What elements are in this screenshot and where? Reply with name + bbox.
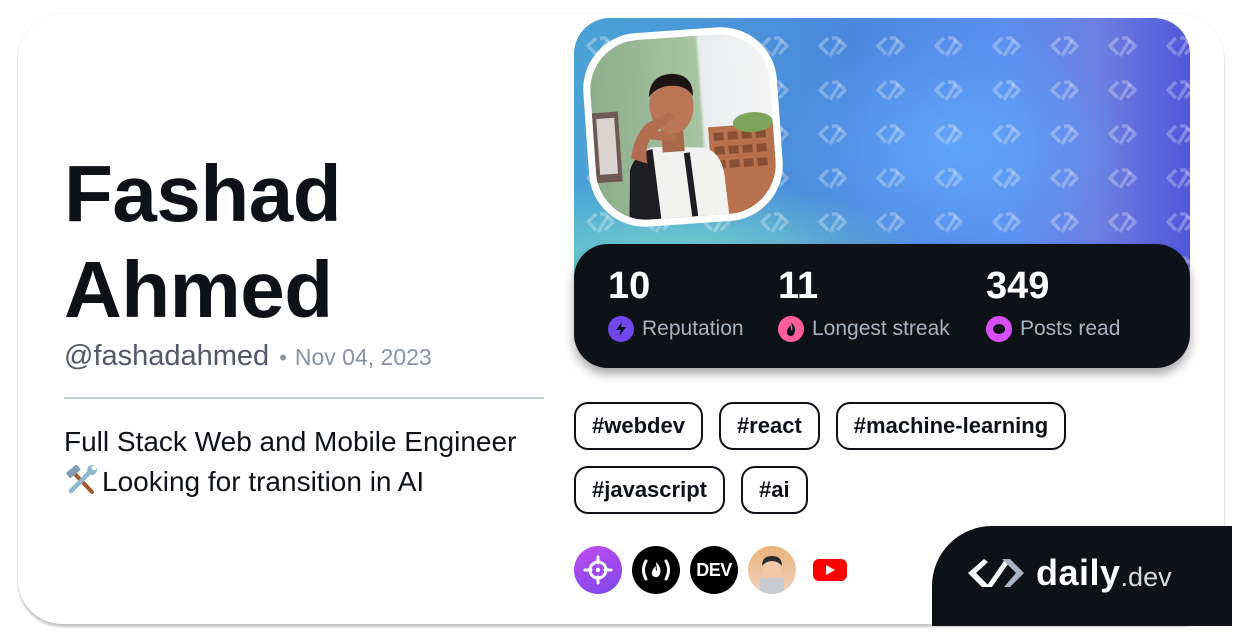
freecodecamp-icon — [642, 559, 670, 581]
tag[interactable]: #ai — [740, 466, 808, 514]
username: @fashadahmed — [64, 340, 270, 372]
stat-value: 10 — [608, 265, 651, 307]
tags-list: #webdev #react #machine-learning #javasc… — [574, 402, 1134, 514]
bio-line-2: Looking for transition in AI — [102, 466, 425, 497]
youtube-icon — [813, 559, 847, 581]
stat-label-row: Posts read — [986, 316, 1120, 342]
memoji-avatar-icon — [760, 556, 784, 594]
stat-label-row: Longest streak — [778, 316, 950, 342]
hammer-and-wrench-icon — [66, 465, 97, 494]
divider — [64, 397, 544, 399]
stat-label: Reputation — [642, 317, 744, 340]
stat-posts-read: 349 Posts read — [986, 264, 1120, 342]
tag[interactable]: #javascript — [574, 466, 725, 514]
bio-line-1: Full Stack Web and Mobile Engineer — [64, 426, 517, 457]
lightning-icon — [608, 316, 634, 342]
tag[interactable]: #machine-learning — [835, 402, 1067, 450]
source-devsquad[interactable] — [748, 546, 796, 594]
profile-photo — [591, 73, 780, 221]
joined-date: Nov 04, 2023 — [294, 344, 432, 370]
bio: Full Stack Web and Mobile Engineer Looki… — [64, 422, 564, 502]
tag[interactable]: #react — [718, 402, 820, 450]
sources-list: DEV — [574, 546, 854, 594]
stat-label: Longest streak — [812, 317, 950, 340]
avatar[interactable] — [586, 30, 780, 224]
crosshair-icon — [583, 555, 613, 585]
tag[interactable]: #webdev — [574, 402, 703, 450]
daily-dev-logo-icon — [968, 559, 1024, 587]
handle-row: @fashadahmed • Nov 04, 2023 — [64, 340, 432, 373]
eye-icon — [986, 316, 1012, 342]
bio-line-2-wrap: Looking for transition in AI — [64, 462, 564, 502]
stat-longest-streak: 11 Longest streak — [778, 264, 950, 342]
stat-value: 349 — [986, 265, 1050, 307]
brand-dev: .dev — [1120, 561, 1172, 592]
dev-label: DEV — [696, 559, 732, 580]
source-dev-to[interactable]: DEV — [690, 546, 738, 594]
stat-value: 11 — [778, 265, 819, 307]
avatar-frame — [579, 23, 787, 231]
stat-label: Posts read — [1020, 317, 1121, 340]
stat-reputation: 10 Reputation — [608, 264, 744, 342]
source-youtube[interactable] — [806, 546, 854, 594]
profile-name: Fashad Ahmed — [64, 149, 342, 334]
brand-daily: daily — [1036, 552, 1121, 593]
stats-panel: 10 Reputation 11 Longest streak 349 Post… — [574, 244, 1190, 368]
flame-icon — [778, 316, 804, 342]
separator-dot: • — [279, 345, 287, 370]
stat-label-row: Reputation — [608, 316, 744, 342]
brand-badge: daily .dev — [932, 526, 1232, 626]
source-freecodecamp[interactable] — [632, 546, 680, 594]
daily-dev-logo[interactable]: daily .dev — [964, 552, 1172, 594]
source-crosshair[interactable] — [574, 546, 622, 594]
